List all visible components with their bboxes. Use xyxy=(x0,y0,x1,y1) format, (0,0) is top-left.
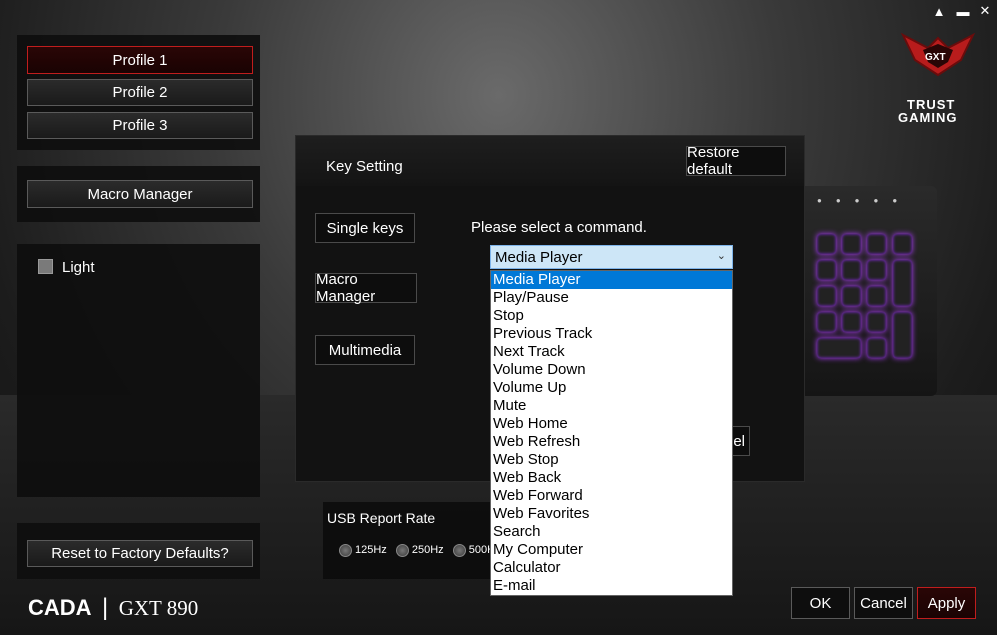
product-model: GXT 890 xyxy=(118,596,199,620)
product-title: CADA | GXT 890 xyxy=(28,594,198,622)
dropdown-option[interactable]: Volume Down xyxy=(491,361,732,379)
macro-manager-button[interactable]: Macro Manager xyxy=(27,180,253,208)
dropdown-option[interactable]: Play/Pause xyxy=(491,289,732,307)
tab-macro-manager[interactable]: Macro Manager xyxy=(315,271,417,305)
light-panel xyxy=(17,244,260,497)
tab-single-keys[interactable]: Single keys xyxy=(315,213,415,243)
dropdown-option[interactable]: Stop xyxy=(491,307,732,325)
restore-default-button[interactable]: Restore default xyxy=(686,144,786,178)
light-checkbox[interactable] xyxy=(38,259,53,274)
dropdown-option[interactable]: My Computer xyxy=(491,541,732,559)
dropdown-option[interactable]: Calculator xyxy=(491,559,732,577)
command-select[interactable]: Media Player ⌄ xyxy=(490,245,733,269)
reset-factory-defaults-button[interactable]: Reset to Factory Defaults? xyxy=(27,540,253,567)
dialog-title: Key Setting xyxy=(326,158,403,175)
dropdown-option[interactable]: Web Refresh xyxy=(491,433,732,451)
usb-rate-options: 125Hz 250Hz 500Hz xyxy=(339,544,490,557)
product-name: CADA xyxy=(28,595,92,620)
minimize-icon[interactable]: ▬ xyxy=(955,3,971,19)
dropdown-option[interactable]: Web Back xyxy=(491,469,732,487)
dropdown-option[interactable]: Web Forward xyxy=(491,487,732,505)
rate-250-radio[interactable]: 250Hz xyxy=(395,544,444,557)
profile-1-button[interactable]: Profile 1 xyxy=(27,46,253,74)
dropdown-option[interactable]: Next Track xyxy=(491,343,732,361)
dropdown-option[interactable]: Web Favorites xyxy=(491,505,732,523)
dropdown-option[interactable]: Previous Track xyxy=(491,325,732,343)
dropdown-option[interactable]: Search xyxy=(491,523,732,541)
cancel-button[interactable]: Cancel xyxy=(854,587,913,619)
trust-gaming-logo: GXT TRUST GAMING xyxy=(893,30,983,125)
light-label: Light xyxy=(62,259,95,276)
dropdown-option[interactable]: E-mail xyxy=(491,577,732,595)
chevron-down-icon: ⌄ xyxy=(716,250,726,262)
rate-125-radio[interactable]: 125Hz xyxy=(339,544,387,557)
brand-line2: GAMING xyxy=(898,110,958,125)
dropdown-option[interactable]: Web Stop xyxy=(491,451,732,469)
gxt-badge: GXT xyxy=(925,52,946,63)
command-prompt: Please select a command. xyxy=(471,219,647,236)
profile-2-button[interactable]: Profile 2 xyxy=(27,79,253,106)
tab-multimedia[interactable]: Multimedia xyxy=(315,335,415,365)
dropdown-option[interactable]: Web Home xyxy=(491,415,732,433)
dropdown-option[interactable]: Volume Up xyxy=(491,379,732,397)
profile-3-button[interactable]: Profile 3 xyxy=(27,112,253,139)
ok-button[interactable]: OK xyxy=(791,587,850,619)
dropdown-option[interactable]: Mute xyxy=(491,397,732,415)
usb-report-title: USB Report Rate xyxy=(327,510,436,526)
command-select-value: Media Player xyxy=(495,248,583,266)
product-separator: | xyxy=(102,594,109,621)
close-icon[interactable]: ✕ xyxy=(977,3,993,19)
keyboard-leds: ●●●●● xyxy=(817,196,912,205)
keyboard-image: ●●●●● xyxy=(797,186,937,396)
apply-button[interactable]: Apply xyxy=(917,587,976,619)
rate-500-radio[interactable]: 500Hz xyxy=(452,544,490,557)
dropdown-option[interactable]: Media Player xyxy=(491,271,732,289)
eject-icon[interactable]: ▲ xyxy=(931,3,947,19)
command-dropdown-list: Media Player Play/Pause Stop Previous Tr… xyxy=(490,270,733,596)
